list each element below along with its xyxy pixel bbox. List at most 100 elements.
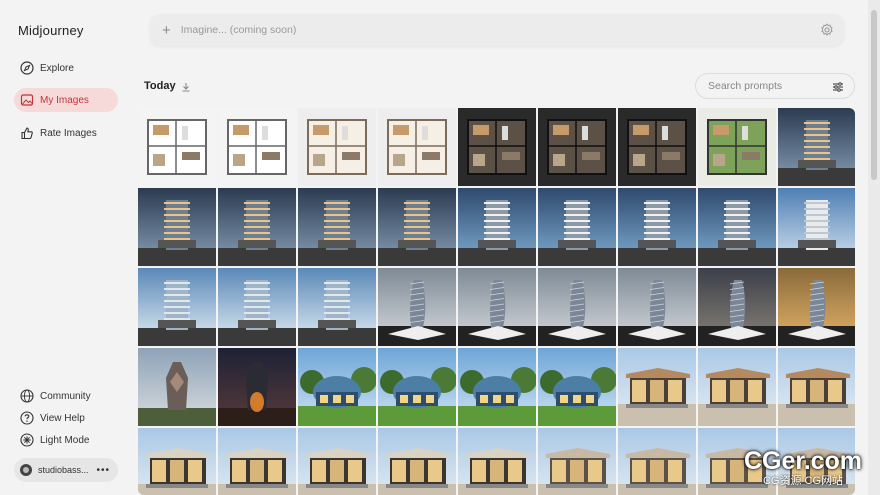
filter-icon[interactable]	[832, 80, 844, 92]
image-thumbnail[interactable]	[618, 348, 696, 426]
image-thumbnail[interactable]	[218, 268, 296, 346]
thumbnail-image	[618, 268, 696, 346]
image-thumbnail[interactable]	[138, 428, 216, 495]
thumbnail-image	[378, 108, 456, 186]
image-thumbnail[interactable]	[698, 348, 776, 426]
thumbnail-image	[218, 268, 296, 346]
image-thumbnail[interactable]	[618, 108, 696, 186]
thumbnail-image	[458, 268, 536, 346]
sidebar-item-label: Light Mode	[40, 434, 90, 446]
thumbnail-image	[378, 268, 456, 346]
sidebar-item-light-mode[interactable]: Light Mode	[14, 428, 118, 452]
thumbnail-image	[298, 348, 376, 426]
image-thumbnail[interactable]	[378, 268, 456, 346]
sidebar-item-label: View Help	[40, 412, 85, 424]
sun-icon	[20, 433, 34, 447]
search-prompts[interactable]	[695, 73, 855, 99]
thumbnail-image	[298, 428, 376, 495]
thumbnail-image	[778, 268, 855, 346]
image-thumbnail[interactable]	[458, 268, 536, 346]
image-thumbnail[interactable]	[298, 108, 376, 186]
sidebar-item-label: Explore	[40, 62, 74, 74]
sidebar-item-label: Community	[40, 390, 91, 402]
user-name: studiobass...	[38, 465, 89, 475]
image-thumbnail[interactable]	[778, 268, 855, 346]
thumbnail-image	[298, 108, 376, 186]
thumbnail-image	[218, 108, 296, 186]
image-thumbnail[interactable]	[378, 348, 456, 426]
image-thumbnail[interactable]	[538, 348, 616, 426]
image-thumbnail[interactable]	[778, 348, 855, 426]
watermark: CGer.com CG资源 CG网站	[734, 447, 872, 491]
user-menu[interactable]: studiobass... •••	[14, 458, 118, 482]
sidebar-item-explore[interactable]: Explore	[14, 56, 118, 80]
image-thumbnail[interactable]	[698, 108, 776, 186]
image-thumbnail[interactable]	[218, 428, 296, 495]
thumbnail-image	[298, 188, 376, 266]
image-grid	[138, 108, 855, 495]
image-thumbnail[interactable]	[538, 268, 616, 346]
image-thumbnail[interactable]	[138, 188, 216, 266]
image-thumbnail[interactable]	[298, 188, 376, 266]
watermark-main: CGer.com	[743, 447, 863, 475]
search-input[interactable]	[708, 80, 826, 92]
image-thumbnail[interactable]	[538, 428, 616, 495]
thumbnail-image	[378, 428, 456, 495]
download-icon[interactable]	[180, 80, 192, 92]
sidebar-item-community[interactable]: Community	[14, 384, 118, 408]
thumbnail-image	[698, 268, 776, 346]
sidebar-item-view-help[interactable]: View Help	[14, 406, 118, 430]
image-thumbnail[interactable]	[218, 188, 296, 266]
image-thumbnail[interactable]	[618, 188, 696, 266]
image-thumbnail[interactable]	[298, 428, 376, 495]
image-thumbnail[interactable]	[778, 188, 855, 266]
thumbnail-image	[538, 268, 616, 346]
image-icon	[20, 93, 34, 107]
gear-icon[interactable]	[820, 23, 834, 37]
sidebar-item-my-images[interactable]: My Images	[14, 88, 118, 112]
thumbnail-image	[458, 188, 536, 266]
image-thumbnail[interactable]	[378, 108, 456, 186]
thumbnail-image	[618, 108, 696, 186]
image-thumbnail[interactable]	[538, 188, 616, 266]
image-thumbnail[interactable]	[458, 108, 536, 186]
imagine-bar[interactable]: + Imagine... (coming soon)	[150, 14, 844, 46]
thumbnail-image	[538, 188, 616, 266]
scrollbar[interactable]	[868, 0, 880, 495]
more-options-icon[interactable]: •••	[96, 465, 110, 476]
image-thumbnail[interactable]	[138, 108, 216, 186]
image-thumbnail[interactable]	[298, 268, 376, 346]
image-thumbnail[interactable]	[698, 188, 776, 266]
image-thumbnail[interactable]	[378, 188, 456, 266]
thumbnail-image	[778, 348, 855, 426]
scrollbar-thumb[interactable]	[871, 10, 877, 180]
image-thumbnail[interactable]	[618, 428, 696, 495]
thumbnail-image	[458, 348, 536, 426]
thumbnail-image	[778, 188, 855, 266]
image-thumbnail[interactable]	[138, 348, 216, 426]
image-thumbnail[interactable]	[218, 108, 296, 186]
image-thumbnail[interactable]	[458, 348, 536, 426]
thumbnail-image	[218, 348, 296, 426]
sidebar-item-rate-images[interactable]: Rate Images	[14, 121, 118, 145]
thumbnail-image	[138, 268, 216, 346]
image-thumbnail[interactable]	[298, 348, 376, 426]
image-thumbnail[interactable]	[618, 268, 696, 346]
thumbnail-image	[138, 188, 216, 266]
thumbnail-image	[218, 428, 296, 495]
thumbnail-image	[218, 188, 296, 266]
image-thumbnail[interactable]	[698, 268, 776, 346]
thumbnail-image	[618, 188, 696, 266]
image-thumbnail[interactable]	[378, 428, 456, 495]
thumbnail-image	[298, 268, 376, 346]
image-thumbnail[interactable]	[538, 108, 616, 186]
thumbnail-image	[618, 348, 696, 426]
image-thumbnail[interactable]	[458, 188, 536, 266]
sidebar: Midjourney Explore My Images Rate Images…	[0, 0, 132, 495]
image-thumbnail[interactable]	[218, 348, 296, 426]
thumbnail-image	[538, 348, 616, 426]
image-thumbnail[interactable]	[778, 108, 855, 186]
app-logo[interactable]: Midjourney	[18, 23, 84, 38]
image-thumbnail[interactable]	[458, 428, 536, 495]
image-thumbnail[interactable]	[138, 268, 216, 346]
